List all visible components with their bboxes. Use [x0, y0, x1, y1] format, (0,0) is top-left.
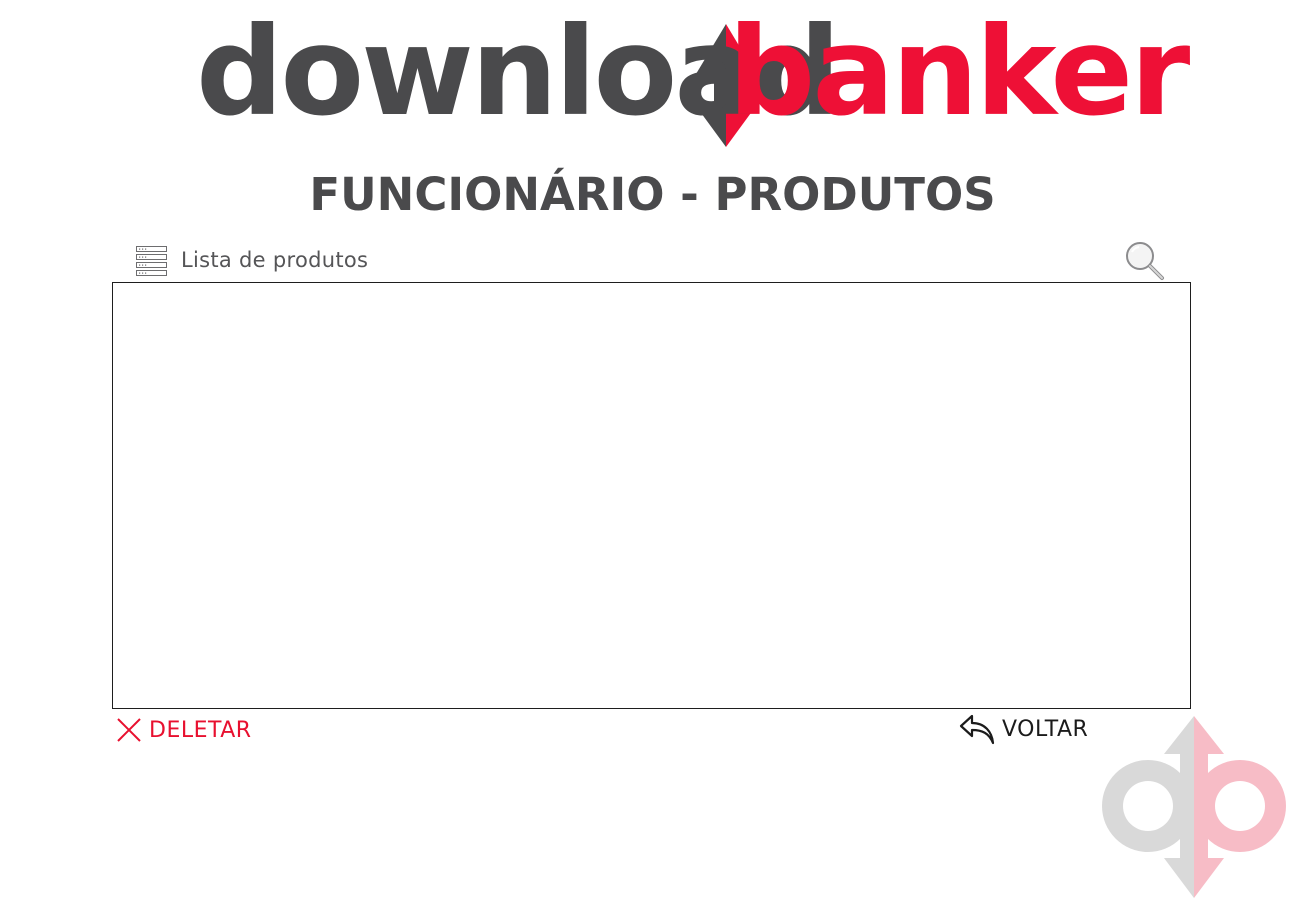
brand-logo: download banker [196, 1, 1193, 152]
search-icon [1126, 242, 1164, 280]
brand-logo-graphic: download banker [196, 1, 1193, 147]
back-button[interactable]: VOLTAR [958, 712, 1088, 746]
back-button-label: VOLTAR [1002, 716, 1089, 742]
page-title: FUNCIONÁRIO - PRODUTOS [309, 168, 996, 221]
delete-button[interactable]: DELETAR [116, 714, 252, 746]
reply-arrow-icon [959, 714, 995, 745]
search-button[interactable] [1124, 240, 1166, 282]
close-x-icon [117, 718, 141, 742]
product-list[interactable] [112, 282, 1191, 709]
list-icon [136, 245, 167, 276]
logo-word-banker: banker [728, 1, 1190, 143]
brand-emblem-watermark [1101, 714, 1287, 900]
list-title: Lista de produtos [181, 248, 369, 272]
delete-button-label: DELETAR [149, 717, 252, 743]
list-header: Lista de produtos [136, 243, 368, 277]
